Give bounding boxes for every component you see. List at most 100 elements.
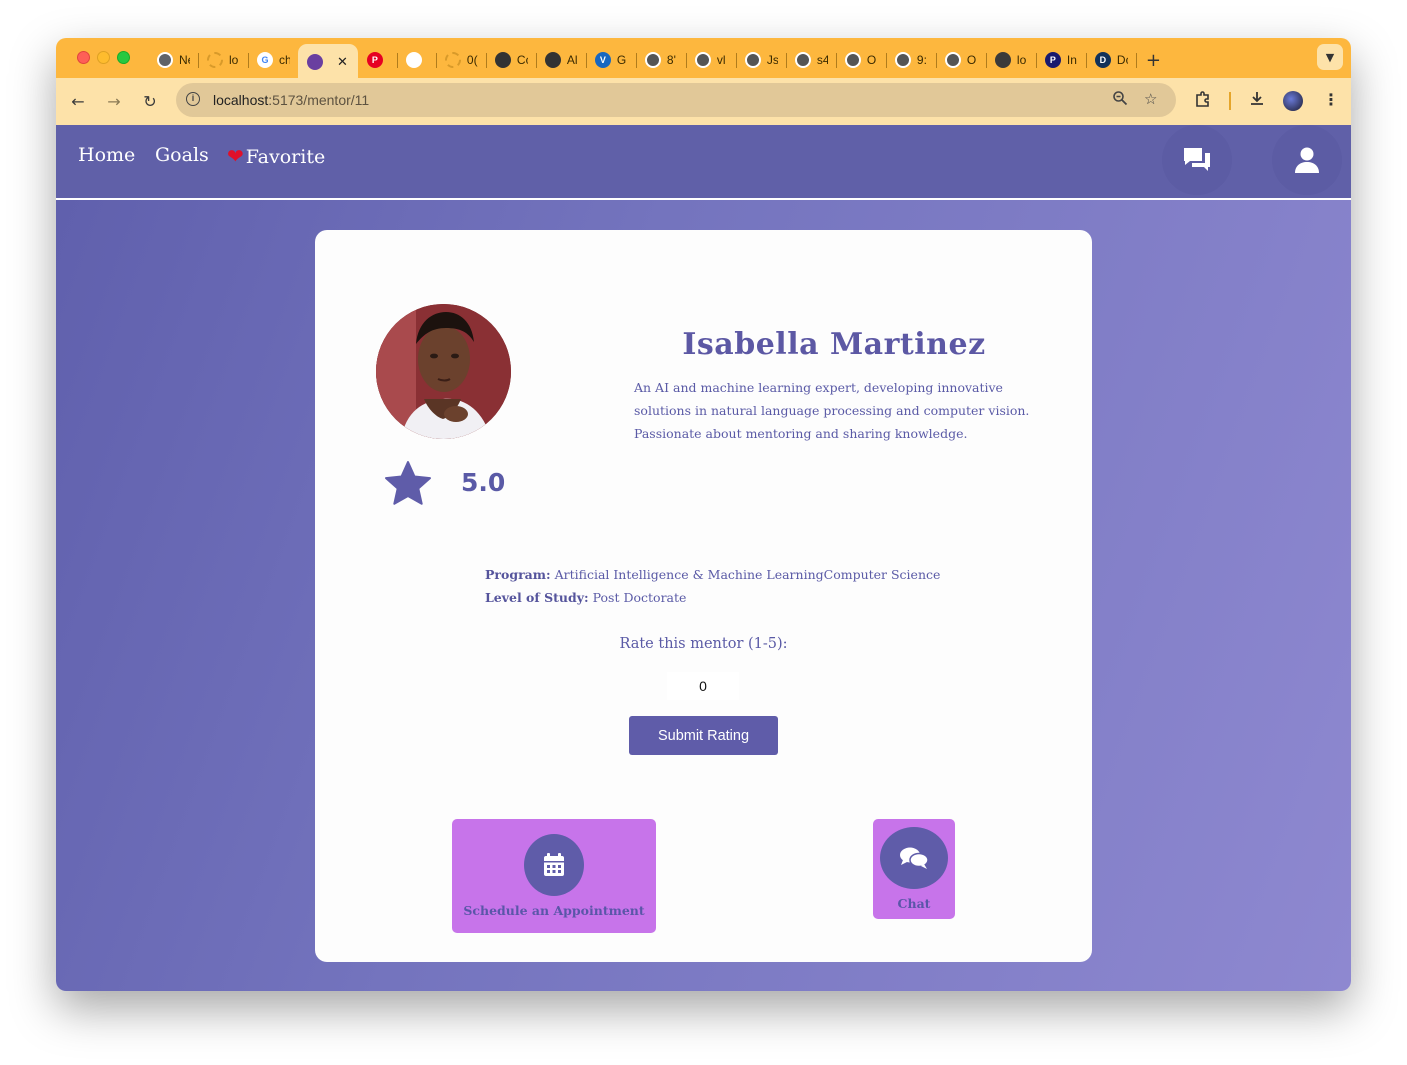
browser-tab[interactable]: 9: <box>886 44 937 76</box>
browser-tab[interactable]: P In <box>1036 44 1087 76</box>
site-info-icon[interactable]: i <box>186 92 200 106</box>
chat-label: Chat <box>897 896 931 911</box>
browser-tab[interactable]: lo <box>986 44 1037 76</box>
rate-label: Rate this mentor (1-5): <box>619 636 788 652</box>
extensions-icon[interactable] <box>1194 90 1212 112</box>
tab-title: G <box>616 53 627 67</box>
nav-goals-link[interactable]: Goals <box>155 144 209 166</box>
mentor-name: Isabella Martinez <box>682 327 986 362</box>
tab-title: 9: <box>916 53 927 67</box>
browser-tab[interactable]: O <box>836 44 887 76</box>
schedule-appointment-button[interactable]: Schedule an Appointment <box>452 819 656 933</box>
browser-tab[interactable]: 8' <box>636 44 687 76</box>
google-icon: G <box>257 52 273 68</box>
back-button[interactable]: ← <box>67 90 89 112</box>
vuetify-icon: V <box>594 52 611 68</box>
chat-bubble-icon <box>405 52 422 68</box>
loading-icon <box>444 52 461 68</box>
p-logo-icon: P <box>1044 52 1061 68</box>
browser-tab[interactable]: Al <box>536 44 587 76</box>
messages-icon <box>1184 148 1210 171</box>
tab-title: lo <box>229 53 239 67</box>
tab-title: Al <box>566 53 578 67</box>
url-text[interactable]: localhost:5173/mentor/11 <box>213 92 369 108</box>
globe-icon <box>844 52 861 68</box>
user-icon <box>1295 147 1319 173</box>
new-tab-button[interactable]: + <box>1146 50 1161 71</box>
program-label: Program: <box>485 567 551 582</box>
schedule-appointment-label: Schedule an Appointment <box>463 903 645 918</box>
bookmark-star-icon[interactable]: ☆ <box>1144 90 1157 108</box>
browser-tab[interactable]: Js <box>736 44 787 76</box>
level-value: Post Doctorate <box>592 590 687 605</box>
url-path: :5173/mentor/11 <box>268 92 370 108</box>
browser-tab[interactable]: Ne <box>148 44 199 76</box>
arrow-right-icon: → <box>107 91 121 111</box>
browser-tab[interactable]: Cc <box>486 44 537 76</box>
download-icon[interactable] <box>1248 90 1266 112</box>
maximize-window-button[interactable] <box>117 51 130 64</box>
browser-tab[interactable] <box>397 44 437 76</box>
rating-value: 5.0 <box>461 468 506 497</box>
address-bar[interactable]: i localhost:5173/mentor/11 ☆ <box>176 83 1176 117</box>
tab-title: s4 <box>816 53 828 67</box>
nav-favorite-link[interactable]: ❤ Favorite <box>227 144 325 168</box>
messages-button[interactable] <box>1162 125 1232 195</box>
program-row: Program: Artificial Intelligence & Machi… <box>485 563 940 586</box>
close-window-button[interactable] <box>77 51 90 64</box>
tab-title: vl <box>716 53 726 67</box>
browser-tab[interactable]: lo <box>198 44 249 76</box>
tab-title: 0( <box>466 53 478 67</box>
browser-tab[interactable]: VG <box>586 44 637 76</box>
calendar-icon <box>524 834 584 896</box>
tab-title: ch <box>279 53 290 67</box>
reload-icon: ↻ <box>143 91 157 111</box>
forward-button[interactable]: → <box>103 90 125 112</box>
globe-icon <box>744 52 761 68</box>
globe-icon <box>944 52 961 68</box>
tab-title: Cc <box>516 53 528 67</box>
reload-button[interactable]: ↻ <box>139 90 161 112</box>
chevron-down-icon: ▼ <box>1325 50 1335 64</box>
globe-icon <box>794 52 811 68</box>
d-logo-icon: D <box>1094 52 1111 68</box>
figma-icon <box>544 52 561 68</box>
top-navbar: Home Goals ❤ Favorite <box>56 125 1351 200</box>
more-options-icon[interactable]: ⋮ <box>1323 90 1339 109</box>
browser-tab[interactable]: Gch <box>248 44 299 76</box>
toolbar-divider <box>1229 92 1231 110</box>
globe-icon <box>894 52 911 68</box>
browser-tab[interactable]: 0( <box>436 44 487 76</box>
mentor-bio: An AI and machine learning expert, devel… <box>634 380 1030 441</box>
submit-rating-button[interactable]: Submit Rating <box>629 716 778 755</box>
tab-title: lo <box>1016 53 1027 67</box>
star-icon <box>385 461 431 505</box>
loading-icon <box>207 52 223 68</box>
zoom-icon[interactable] <box>1112 90 1128 110</box>
app-icon <box>307 54 323 70</box>
page-content: Home Goals ❤ Favorite 5.0 Isabella Marti… <box>56 125 1351 991</box>
chat-button[interactable]: Chat <box>873 819 955 919</box>
mentor-avatar <box>376 304 511 439</box>
camera-icon <box>994 52 1011 68</box>
arrow-left-icon: ← <box>71 91 85 111</box>
close-tab-icon[interactable]: ✕ <box>337 54 348 70</box>
globe-icon <box>694 52 711 68</box>
browser-tab[interactable]: D Dc <box>1086 44 1137 76</box>
tab-separator <box>1135 53 1137 68</box>
profile-button[interactable] <box>1272 125 1342 195</box>
tab-search-button[interactable]: ▼ <box>1317 44 1343 70</box>
browser-tab[interactable]: P <box>358 44 398 76</box>
program-value: Artificial Intelligence & Machine Learni… <box>554 567 941 582</box>
globe-icon <box>644 52 661 68</box>
nav-home-link[interactable]: Home <box>78 144 135 166</box>
rating-input[interactable] <box>667 672 739 700</box>
browser-tab[interactable]: O <box>936 44 987 76</box>
browser-tab[interactable]: vl <box>686 44 737 76</box>
browser-tab[interactable]: s4 <box>786 44 837 76</box>
mentor-details: Program: Artificial Intelligence & Machi… <box>485 563 940 609</box>
profile-avatar[interactable] <box>1283 91 1303 111</box>
browser-tab[interactable]: ✕ <box>298 44 358 80</box>
minimize-window-button[interactable] <box>97 51 110 64</box>
level-row: Level of Study: Post Doctorate <box>485 586 940 609</box>
